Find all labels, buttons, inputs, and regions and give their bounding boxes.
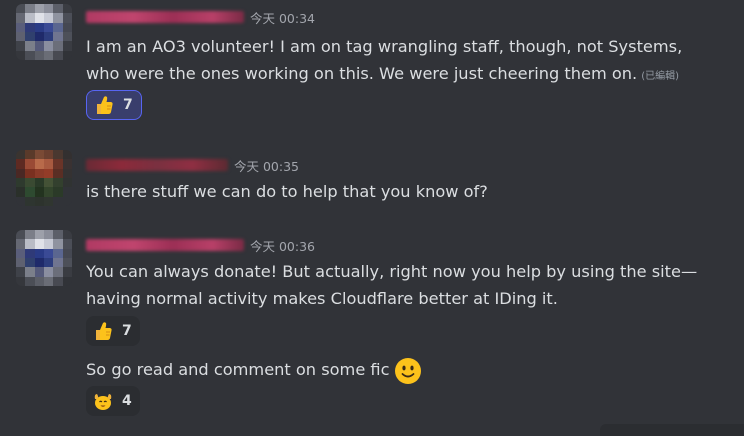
chat-message-list: 今天 00:34 I am an AO3 volunteer! I am on … <box>0 0 744 436</box>
thumbs-up-icon <box>97 96 113 114</box>
timestamp: 今天 00:34 <box>250 10 315 26</box>
slightly-smiling-face-icon <box>394 357 421 384</box>
message-line: having normal activity makes Cloudflare … <box>86 289 558 308</box>
reaction-count: 7 <box>122 323 132 339</box>
edited-label: (已編輯) <box>641 71 680 82</box>
raised-hands-face-icon <box>94 394 112 410</box>
username[interactable] <box>86 11 244 23</box>
reaction-thumbs-up[interactable]: 7 <box>86 316 140 346</box>
message-text: I am an AO3 volunteer! I am on tag wrang… <box>86 33 682 90</box>
message-text: So go read and comment on some fic <box>86 356 422 385</box>
username[interactable] <box>86 159 228 171</box>
thumbs-up-icon <box>96 322 112 340</box>
message-header: 今天 00:36 <box>86 235 315 255</box>
message-line: is there stuff we can do to help that yo… <box>86 182 488 201</box>
reaction-count: 4 <box>122 393 132 409</box>
message-header: 今天 00:35 <box>86 155 299 175</box>
timestamp: 今天 00:35 <box>234 158 299 174</box>
timestamp: 今天 00:36 <box>250 238 315 254</box>
message-line: I am an AO3 volunteer! I am on tag wrang… <box>86 37 683 56</box>
avatar[interactable] <box>16 230 72 286</box>
message-line: You can always donate! But actually, rig… <box>86 262 698 281</box>
message-text: is there stuff we can do to help that yo… <box>86 178 488 205</box>
message-line: who were the ones working on this. We we… <box>86 64 680 83</box>
reaction-count: 7 <box>123 97 133 113</box>
message-text: You can always donate! But actually, rig… <box>86 258 697 312</box>
bottom-right-panel-edge <box>600 424 744 436</box>
avatar[interactable] <box>16 150 72 206</box>
avatar[interactable] <box>16 4 72 60</box>
reaction-thumbs-up[interactable]: 7 <box>86 90 142 120</box>
message-line: So go read and comment on some fic <box>86 356 422 385</box>
message-header: 今天 00:34 <box>86 7 315 27</box>
reaction-raised-hands[interactable]: 4 <box>86 386 140 416</box>
username[interactable] <box>86 239 244 251</box>
